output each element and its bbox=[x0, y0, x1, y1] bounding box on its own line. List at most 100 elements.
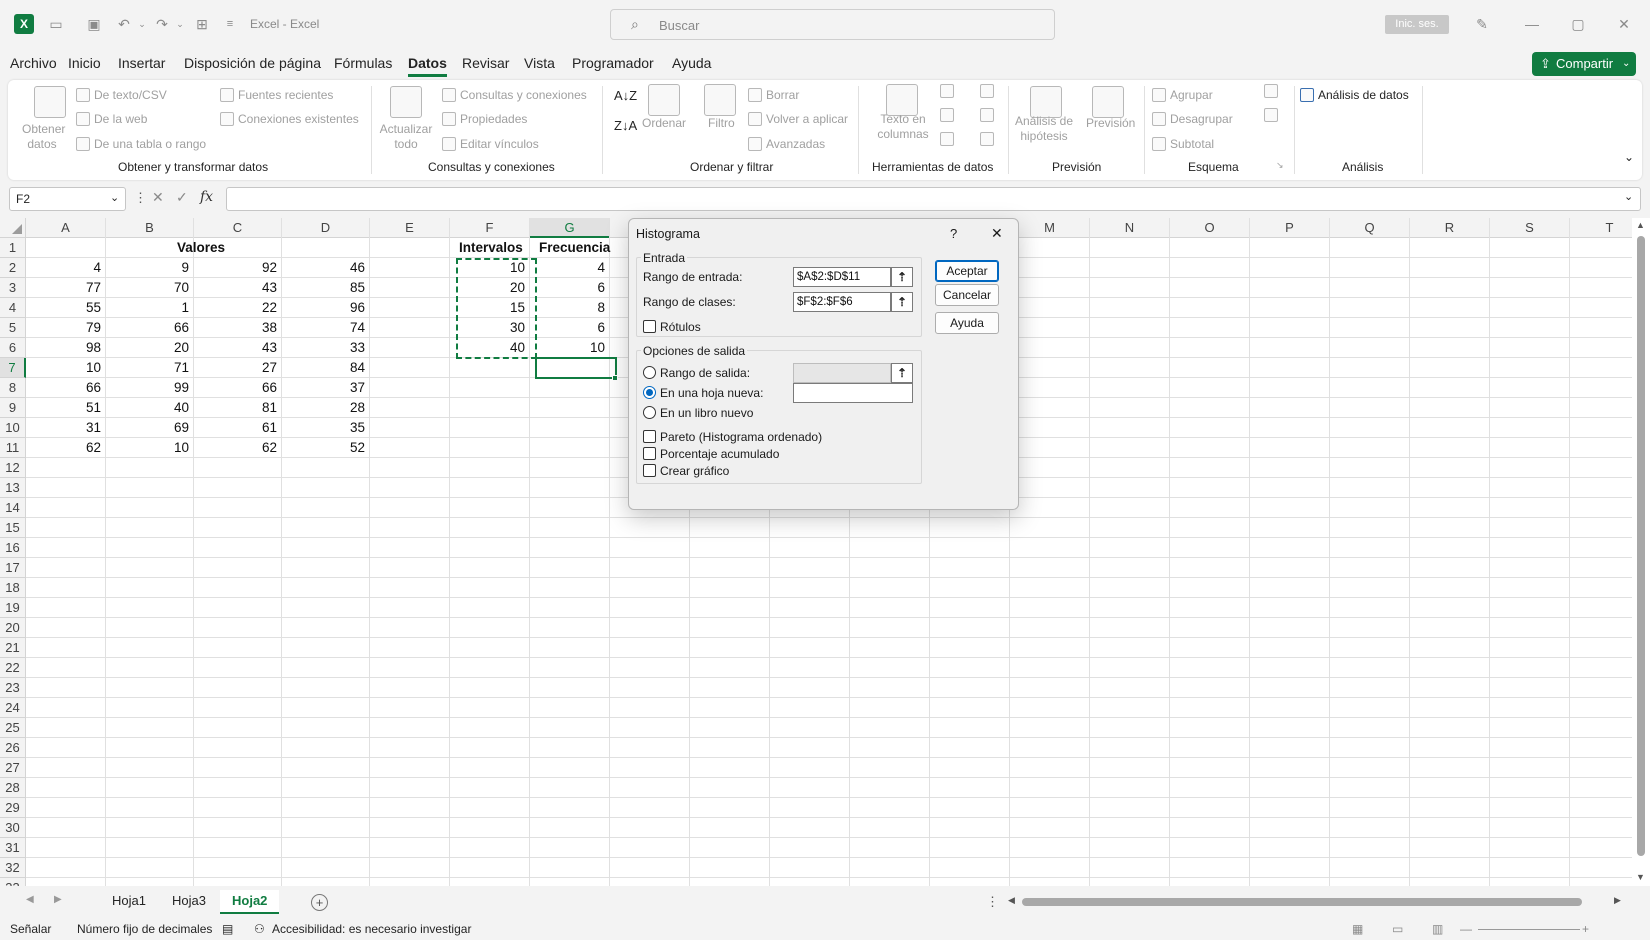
column-header-b[interactable]: B bbox=[106, 218, 194, 238]
cell[interactable]: 77 bbox=[26, 278, 104, 298]
tab-disposicion[interactable]: Disposición de página bbox=[184, 55, 321, 71]
cell[interactable]: 4 bbox=[530, 258, 608, 278]
cell[interactable]: 35 bbox=[282, 418, 368, 438]
bin-range-collapse-icon[interactable]: ⇡ bbox=[891, 292, 913, 312]
filter-button[interactable]: Filtro bbox=[708, 116, 735, 130]
row-header-27[interactable]: 27 bbox=[0, 758, 26, 778]
dialog-help-icon[interactable]: ? bbox=[950, 226, 957, 241]
output-range-field[interactable] bbox=[793, 363, 891, 383]
cell[interactable]: 70 bbox=[106, 278, 192, 298]
cell[interactable]: 46 bbox=[282, 258, 368, 278]
show-detail-icon[interactable] bbox=[1264, 84, 1278, 98]
tab-inicio[interactable]: Inicio bbox=[68, 55, 101, 71]
sheet-tab-hoja3[interactable]: Hoja3 bbox=[160, 890, 218, 914]
cell-intervalos-header[interactable]: Intervalos bbox=[456, 238, 536, 258]
row-header-17[interactable]: 17 bbox=[0, 558, 26, 578]
add-sheet-icon[interactable]: + bbox=[311, 894, 328, 911]
cell[interactable]: 92 bbox=[194, 258, 280, 278]
row-header-15[interactable]: 15 bbox=[0, 518, 26, 538]
signin-button[interactable]: Inic. ses. bbox=[1385, 15, 1449, 34]
input-range-collapse-icon[interactable]: ⇡ bbox=[891, 267, 913, 287]
column-header-n[interactable]: N bbox=[1090, 218, 1170, 238]
cumulative-checkbox[interactable] bbox=[643, 447, 656, 460]
share-button[interactable]: ⇪ Compartir ⌄ bbox=[1532, 52, 1636, 76]
expand-formula-icon[interactable]: ⌄ bbox=[1624, 190, 1633, 203]
maximize-icon[interactable]: ▢ bbox=[1568, 14, 1588, 34]
column-header-a[interactable]: A bbox=[26, 218, 106, 238]
row-header-29[interactable]: 29 bbox=[0, 798, 26, 818]
input-range-field[interactable]: $A$2:$D$11 bbox=[793, 267, 891, 287]
bin-range-field[interactable]: $F$2:$F$6 bbox=[793, 292, 891, 312]
consolidate-icon[interactable] bbox=[980, 84, 994, 98]
queries-connections-button[interactable]: Consultas y conexiones bbox=[460, 88, 587, 102]
zoom-slider[interactable] bbox=[1478, 929, 1580, 930]
collapse-ribbon-icon[interactable]: ⌄ bbox=[1624, 150, 1634, 164]
cell[interactable]: 6 bbox=[530, 318, 608, 338]
tab-revisar[interactable]: Revisar bbox=[462, 55, 509, 71]
labels-checkbox[interactable] bbox=[643, 320, 656, 333]
from-text-button[interactable]: De texto/CSV bbox=[94, 88, 167, 102]
fill-handle[interactable] bbox=[612, 375, 618, 381]
row-header-9[interactable]: 9 bbox=[0, 398, 26, 418]
row-header-21[interactable]: 21 bbox=[0, 638, 26, 658]
cell[interactable]: 66 bbox=[26, 378, 104, 398]
properties-button[interactable]: Propiedades bbox=[460, 112, 527, 126]
minimize-icon[interactable]: — bbox=[1522, 14, 1542, 34]
cell[interactable]: 10 bbox=[530, 338, 608, 358]
form-icon[interactable]: ⊞ bbox=[192, 14, 212, 34]
tab-ayuda[interactable]: Ayuda bbox=[672, 55, 711, 71]
get-data-button[interactable]: Obtener datos bbox=[22, 122, 65, 152]
formula-input[interactable] bbox=[226, 187, 1641, 211]
page-layout-icon[interactable]: ▭ bbox=[1392, 922, 1403, 936]
cell[interactable]: 10 bbox=[26, 358, 104, 378]
clear-button[interactable]: Borrar bbox=[766, 88, 799, 102]
get-data-icon[interactable] bbox=[34, 86, 66, 118]
cell[interactable]: 62 bbox=[194, 438, 280, 458]
column-header-e[interactable]: E bbox=[370, 218, 450, 238]
pen-icon[interactable]: ✎ bbox=[1472, 14, 1492, 34]
advanced-button[interactable]: Avanzadas bbox=[766, 137, 825, 151]
cell[interactable]: 40 bbox=[106, 398, 192, 418]
cell-frecuencia-header[interactable]: Frecuencia bbox=[536, 238, 616, 258]
name-box[interactable]: F2 ⌄ bbox=[9, 187, 126, 211]
row-header-10[interactable]: 10 bbox=[0, 418, 26, 438]
cell-valores-header[interactable]: Valores bbox=[26, 238, 376, 258]
cell[interactable]: 38 bbox=[194, 318, 280, 338]
row-header-5[interactable]: 5 bbox=[0, 318, 26, 338]
cell[interactable]: 74 bbox=[282, 318, 368, 338]
forecast-sheet-button[interactable]: Previsión bbox=[1086, 116, 1135, 130]
cell[interactable]: 62 bbox=[26, 438, 104, 458]
tab-formulas[interactable]: Fórmulas bbox=[334, 55, 392, 71]
refresh-all-button[interactable]: Actualizar todo bbox=[378, 122, 434, 152]
column-header-c[interactable]: C bbox=[194, 218, 282, 238]
row-header-20[interactable]: 20 bbox=[0, 618, 26, 638]
cell[interactable]: 33 bbox=[282, 338, 368, 358]
tab-splitter-icon[interactable]: ⋮ bbox=[986, 894, 999, 910]
row-header-7[interactable]: 7 bbox=[0, 358, 26, 378]
cell[interactable]: 99 bbox=[106, 378, 192, 398]
subtotal-button[interactable]: Subtotal bbox=[1170, 137, 1214, 151]
cell[interactable]: 84 bbox=[282, 358, 368, 378]
remove-duplicates-icon[interactable] bbox=[940, 108, 954, 122]
tab-programador[interactable]: Programador bbox=[572, 55, 654, 71]
sort-za-icon[interactable]: Z↓A bbox=[614, 118, 637, 133]
sheet-tab-hoja1[interactable]: Hoja1 bbox=[100, 890, 158, 914]
row-header-30[interactable]: 30 bbox=[0, 818, 26, 838]
row-header-11[interactable]: 11 bbox=[0, 438, 26, 458]
page-break-icon[interactable]: ▥ bbox=[1432, 922, 1443, 936]
reapply-button[interactable]: Volver a aplicar bbox=[766, 112, 848, 126]
next-sheet-icon[interactable]: ▶ bbox=[54, 894, 62, 905]
row-header-8[interactable]: 8 bbox=[0, 378, 26, 398]
row-header-31[interactable]: 31 bbox=[0, 838, 26, 858]
cell[interactable]: 52 bbox=[282, 438, 368, 458]
row-header-13[interactable]: 13 bbox=[0, 478, 26, 498]
insert-function-icon[interactable]: fx bbox=[200, 189, 213, 205]
search-box[interactable]: ⌕ Buscar bbox=[610, 9, 1055, 40]
sort-icon[interactable] bbox=[648, 84, 680, 116]
cell[interactable]: 8 bbox=[530, 298, 608, 318]
cell[interactable]: 6 bbox=[530, 278, 608, 298]
scroll-right-icon[interactable]: ▶ bbox=[1614, 895, 1621, 906]
save-icon[interactable]: ▣ bbox=[84, 14, 104, 34]
horizontal-scroll-thumb[interactable] bbox=[1022, 898, 1582, 906]
row-header-23[interactable]: 23 bbox=[0, 678, 26, 698]
